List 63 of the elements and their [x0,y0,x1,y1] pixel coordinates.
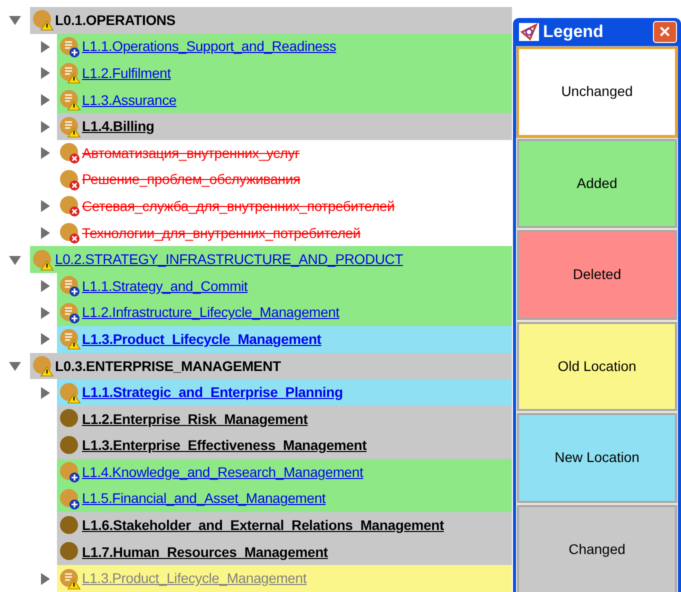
node-label[interactable]: L1.1.Strategy_and_Commit [82,276,248,297]
expand-arrow-icon[interactable] [38,332,52,346]
tree-row[interactable]: L1.1.Strategic_and_Enterprise_Planning [57,379,512,406]
expand-arrow-icon[interactable] [38,306,52,320]
tree-row[interactable]: L1.5.Financial_and_Asset_Management [57,486,512,512]
tree-row[interactable]: L1.2.Fulfilment [57,60,512,87]
window-title: Legend [543,21,604,44]
node-label[interactable]: L1.6.Stakeholder_and_External_Relations_Management [82,515,444,536]
tree-row[interactable]: L1.3.Product_Lifecycle_Management [57,326,512,353]
node-label[interactable]: L1.2.Infrastructure_Lifecycle_Management [82,302,340,324]
tree-row[interactable]: L1.2.Enterprise_Risk_Management [57,406,512,432]
legend-item[interactable]: Added [517,138,677,228]
expand-arrow-icon[interactable] [38,93,52,108]
legend-item[interactable]: Unchanged [517,47,677,136]
tree-row[interactable]: L0.3.ENTERPRISE_MANAGEMENT [30,352,512,380]
expand-arrow-icon[interactable] [38,199,52,214]
close-button[interactable]: ✕ [653,21,677,43]
tree-row[interactable]: L1.4.Knowledge_and_Research_Management [57,459,512,486]
expand-arrow-icon[interactable] [38,279,52,294]
tree-row[interactable]: L1.3.Assurance [57,86,512,114]
node-label[interactable]: L1.7.Human_Resources_Management [82,542,328,563]
legend-item[interactable]: Old Location [517,322,677,411]
node-label[interactable]: L0.3.ENTERPRISE_MANAGEMENT [55,356,281,377]
expand-arrow-icon[interactable] [38,572,52,586]
tree-row[interactable]: L1.6.Stakeholder_and_External_Relations_Management [57,512,512,539]
node-label[interactable]: L1.4.Knowledge_and_Research_Management [82,462,364,483]
node-label[interactable]: L1.2.Enterprise_Risk_Management [82,408,308,430]
node-label[interactable]: Решение_проблем_обслуживания [82,169,300,190]
tree-row[interactable]: L1.2.Infrastructure_Lifecycle_Management [57,300,512,326]
node-label[interactable]: L1.3.Product_Lifecycle_Management [82,568,307,590]
node-label[interactable]: L0.1.OPERATIONS [55,10,176,31]
expand-arrow-icon[interactable] [38,120,52,134]
expand-arrow-icon[interactable] [38,146,52,160]
collapse-arrow-icon[interactable] [8,359,22,374]
node-label[interactable]: L1.3.Product_Lifecycle_Management [82,328,322,350]
tree-row[interactable]: L0.1.OPERATIONS [30,7,512,34]
node-label[interactable]: L1.3.Assurance [82,90,176,111]
node-label[interactable]: L1.1.Operations_Support_and_Readiness [82,36,336,58]
tree-row[interactable]: L0.2.STRATEGY_INFRASTRUCTURE_AND_PRODUCT [30,246,512,273]
node-label[interactable]: Технологии_для_внутренних_потребителей [82,222,361,244]
collapse-arrow-icon[interactable] [8,13,22,28]
node-label[interactable]: L0.2.STRATEGY_INFRASTRUCTURE_AND_PRODUCT [55,249,404,270]
tree-row[interactable]: L1.4.Billing [57,113,512,140]
legend-item[interactable]: New Location [517,413,677,502]
app-logo-icon [519,23,539,41]
expand-arrow-icon[interactable] [38,386,52,400]
tree-row[interactable]: L1.7.Human_Resources_Management [57,538,512,566]
legend-item[interactable]: Changed [517,504,677,592]
tree-row[interactable]: L1.1.Operations_Support_and_Readiness [57,34,512,60]
tree-row[interactable]: L1.1.Strategy_and_Commit [57,272,512,300]
node-label[interactable]: L1.2.Fulfilment [82,62,171,84]
expand-arrow-icon[interactable] [38,40,52,54]
node-label[interactable]: Сетевая_служба_для_внутренних_потребителей [82,196,395,217]
expand-arrow-icon[interactable] [38,66,52,80]
expand-arrow-icon[interactable] [38,226,52,240]
node-label[interactable]: Автоматизация_внутренних_услуг [82,142,300,164]
legend-item[interactable]: Deleted [517,230,677,320]
node-label[interactable]: L1.5.Financial_and_Asset_Management [82,488,326,510]
node-label[interactable]: L1.4.Billing [82,116,154,138]
node-label[interactable]: L1.3.Enterprise_Effectiveness_Management [82,435,367,456]
tree-row[interactable]: L1.3.Product_Lifecycle_Management [57,565,512,592]
node-label[interactable]: L1.1.Strategic_and_Enterprise_Planning [82,382,343,404]
tree-row[interactable]: L1.3.Enterprise_Effectiveness_Management [57,432,512,460]
